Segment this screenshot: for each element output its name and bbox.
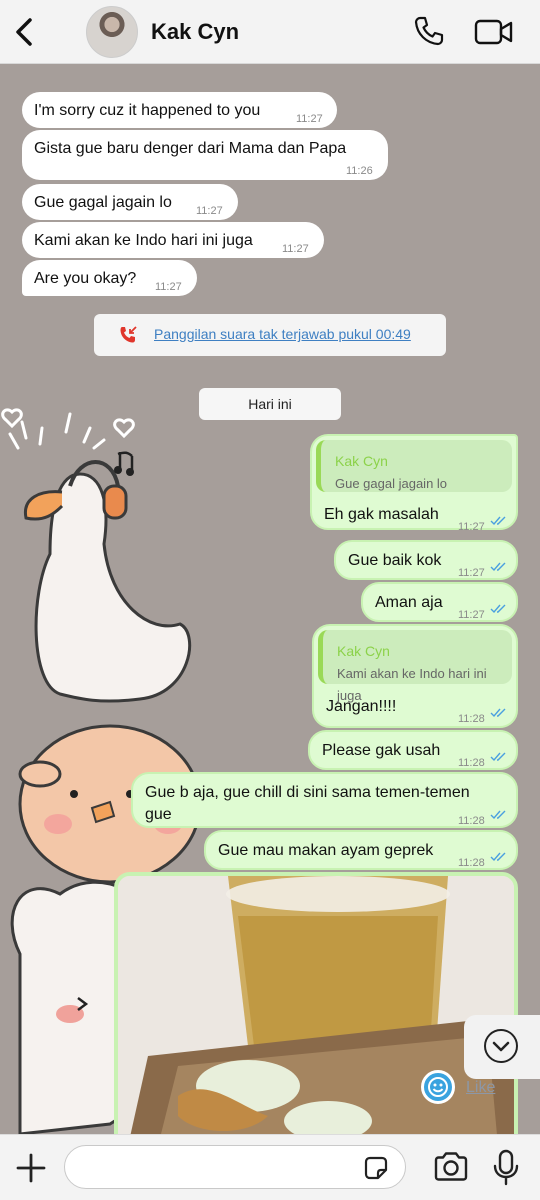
microphone-icon[interactable] xyxy=(492,1149,520,1187)
message-text: I'm sorry cuz it happened to you xyxy=(34,102,261,119)
message-text: Eh gak masalah xyxy=(324,506,439,523)
smiley-reaction-icon[interactable] xyxy=(421,1070,455,1104)
incoming-message[interactable]: Are you okay? 11:27 xyxy=(22,260,197,296)
read-receipt-icon xyxy=(490,604,506,614)
contact-avatar[interactable] xyxy=(86,6,138,58)
message-time: 11:26 xyxy=(346,165,373,177)
chat-thread[interactable]: I'm sorry cuz it happened to you 11:27 G… xyxy=(0,64,540,1134)
plus-icon[interactable] xyxy=(14,1151,48,1185)
message-time: 11:27 xyxy=(282,243,309,255)
message-text: Kami akan ke Indo hari ini juga xyxy=(34,232,253,249)
outgoing-message[interactable]: Kak Cyn Kami akan ke Indo hari ini juga … xyxy=(312,624,518,728)
read-receipt-icon xyxy=(490,752,506,762)
quote-author: Kak Cyn xyxy=(335,453,388,469)
missed-call-notice[interactable]: Panggilan suara tak terjawab pukul 00:49 xyxy=(94,314,446,356)
message-time: 11:28 xyxy=(458,713,485,725)
read-receipt-icon xyxy=(490,562,506,572)
photo-message[interactable] xyxy=(114,872,518,1134)
incoming-message[interactable]: I'm sorry cuz it happened to you 11:27 xyxy=(22,92,337,128)
like-reaction-label[interactable]: Like xyxy=(466,1079,495,1097)
message-text: Are you okay? xyxy=(34,270,137,287)
outgoing-message[interactable]: Gue mau makan ayam geprek 11:28 xyxy=(204,830,518,870)
incoming-message[interactable]: Gue gagal jagain lo 11:27 xyxy=(22,184,238,220)
date-divider: Hari ini xyxy=(199,388,341,420)
message-text: Gue baik kok xyxy=(348,552,442,569)
outgoing-message[interactable]: Gue baik kok 11:27 xyxy=(334,540,518,580)
message-time: 11:27 xyxy=(196,205,223,217)
read-receipt-icon xyxy=(490,708,506,718)
read-receipt-icon xyxy=(490,516,506,526)
message-time: 11:27 xyxy=(155,281,182,293)
message-text: Gue mau makan ayam geprek xyxy=(218,842,434,859)
scroll-to-bottom-button[interactable] xyxy=(464,1015,540,1079)
message-text: Jangan!!!! xyxy=(326,698,397,715)
back-arrow-icon[interactable] xyxy=(10,14,40,50)
outgoing-message[interactable]: Kak Cyn Gue gagal jagain lo Eh gak masal… xyxy=(310,434,518,533)
message-text: Gista gue baru denger dari Mama dan Papa xyxy=(34,140,347,157)
chat-header: Kak Cyn xyxy=(0,0,540,64)
scroll-circle xyxy=(484,1029,518,1063)
message-text: Please gak usah xyxy=(322,742,441,759)
read-receipt-icon xyxy=(490,852,506,862)
sticker-icon[interactable] xyxy=(362,1154,390,1182)
incoming-message[interactable]: Gista gue baru denger dari Mama dan Papa… xyxy=(22,130,388,180)
missed-call-icon xyxy=(120,326,137,343)
chevron-down-icon xyxy=(492,1041,510,1052)
message-time: 11:27 xyxy=(458,609,485,621)
message-text-continued: gue xyxy=(145,806,172,823)
read-receipt-icon xyxy=(490,810,506,820)
quote-author: Kak Cyn xyxy=(337,643,390,659)
outgoing-message[interactable]: Aman aja 11:27 xyxy=(361,582,518,622)
food-photo xyxy=(118,876,514,1134)
message-time: 11:28 xyxy=(458,857,485,869)
message-text: Gue gagal jagain lo xyxy=(34,194,172,211)
camera-icon[interactable] xyxy=(432,1151,470,1183)
message-time: 11:27 xyxy=(458,521,485,533)
message-input[interactable] xyxy=(64,1145,406,1189)
outgoing-message[interactable]: Gue b aja, gue chill di sini sama temen-… xyxy=(131,772,518,828)
message-time: 11:27 xyxy=(296,113,323,125)
message-composer-bar xyxy=(0,1134,540,1200)
missed-call-link[interactable]: Panggilan suara tak terjawab pukul 00:49 xyxy=(154,326,411,342)
message-text: Aman aja xyxy=(375,594,443,611)
video-camera-icon[interactable] xyxy=(474,18,514,46)
message-time: 11:28 xyxy=(458,757,485,769)
incoming-message[interactable]: Kami akan ke Indo hari ini juga 11:27 xyxy=(22,222,324,258)
contact-name[interactable]: Kak Cyn xyxy=(151,19,239,45)
outgoing-message[interactable]: Please gak usah 11:28 xyxy=(308,730,518,770)
message-text: Gue b aja, gue chill di sini sama temen-… xyxy=(145,784,470,801)
quote-text: Gue gagal jagain lo xyxy=(335,476,448,491)
reply-quote[interactable]: Kak Cyn Gue gagal jagain lo xyxy=(316,440,512,492)
reply-quote[interactable]: Kak Cyn Kami akan ke Indo hari ini juga xyxy=(318,630,512,703)
phone-icon[interactable] xyxy=(413,15,445,47)
message-time: 11:27 xyxy=(458,567,485,579)
message-time: 11:28 xyxy=(458,815,485,827)
